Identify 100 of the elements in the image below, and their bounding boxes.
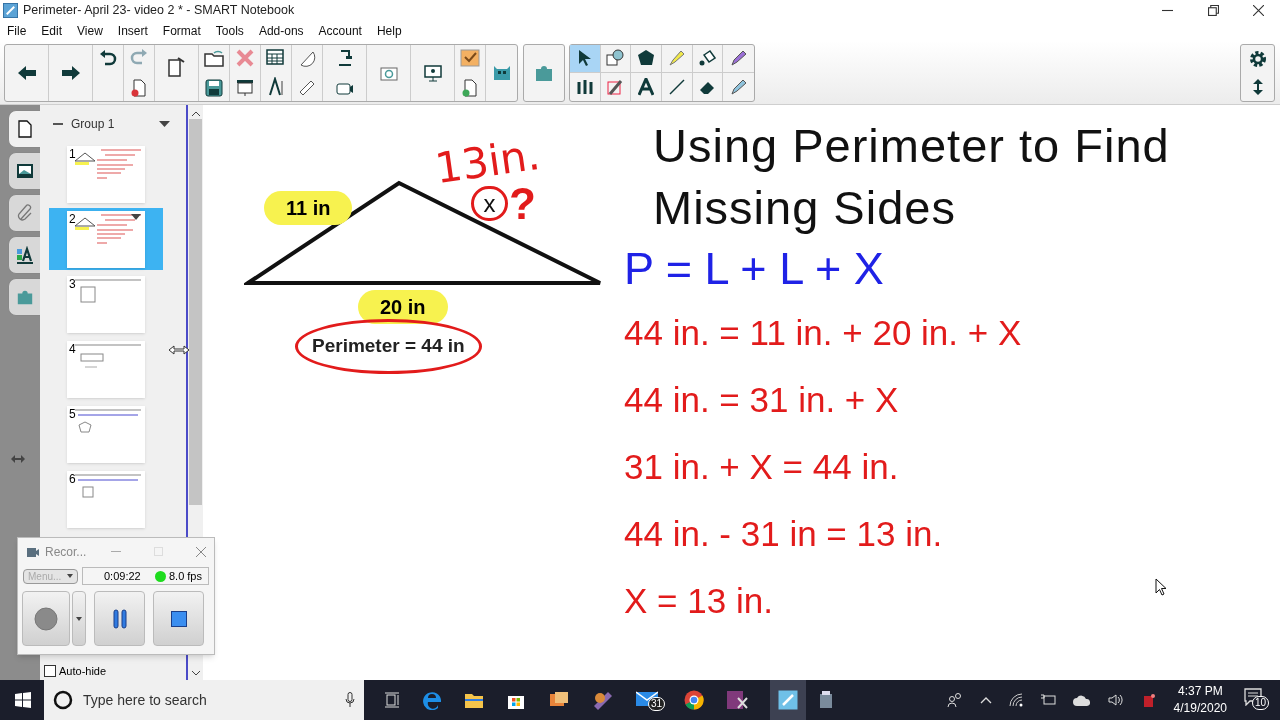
menu-item[interactable]: Add-ons [258, 22, 304, 40]
cortana-icon [53, 690, 73, 710]
battery-icon[interactable] [1039, 694, 1056, 706]
chrome-icon[interactable] [684, 690, 704, 710]
equation-step: 44 in. - 31 in = 13 in. [624, 512, 1022, 556]
camera-icon[interactable] [379, 64, 398, 81]
page-number: 5 [69, 407, 76, 420]
equation-step: 44 in. = 11 in. + 20 in. + X [624, 311, 1022, 355]
shapes-icon[interactable] [606, 49, 625, 67]
smart-notebook-taskbar-item[interactable] [770, 680, 806, 720]
page-number: 3 [69, 277, 76, 290]
circled-unknown: x [471, 186, 508, 221]
compass-icon[interactable] [266, 76, 286, 97]
monitor-icon[interactable] [423, 63, 442, 82]
app-icon [3, 3, 18, 18]
restore-icon[interactable] [1208, 5, 1219, 16]
table-icon[interactable] [266, 48, 286, 67]
equation-step: X = 13 in. [624, 579, 1022, 623]
delete-page-icon[interactable] [131, 78, 147, 97]
browser-icon[interactable] [422, 690, 442, 710]
chevron-up-icon[interactable] [979, 696, 992, 704]
ruler-icon[interactable] [298, 78, 316, 97]
question-mark: ? [509, 179, 536, 230]
fill-bucket-icon[interactable] [698, 49, 717, 67]
slide-preview-drawing [75, 213, 141, 244]
open-folder-icon[interactable] [204, 48, 224, 67]
clock-time: 4:37 PM [1177, 683, 1223, 700]
cloud-icon[interactable] [1072, 694, 1091, 706]
fill-text-icon [15, 246, 34, 264]
scroll-up-icon[interactable] [191, 111, 200, 116]
slide-preview-drawing [75, 148, 141, 179]
menu-item[interactable]: Account [318, 22, 362, 40]
task-view-icon[interactable] [384, 692, 400, 708]
sidebar-tab[interactable] [8, 110, 40, 148]
page-thumbnail[interactable]: 2 [49, 208, 163, 270]
dropdown-icon[interactable] [159, 121, 170, 127]
pause-icon [112, 608, 127, 629]
text-tool-icon[interactable] [638, 77, 655, 96]
page-icon[interactable] [167, 56, 186, 77]
pens-icon[interactable] [575, 77, 594, 96]
close-icon[interactable] [1253, 5, 1264, 16]
settings-icon[interactable] [1248, 50, 1267, 68]
scroll-down-icon[interactable] [191, 671, 200, 676]
stop-button[interactable] [153, 591, 204, 646]
sidebar-tab[interactable] [8, 236, 40, 274]
resize-cursor-icon [168, 345, 190, 355]
add-page-icon[interactable] [462, 78, 478, 97]
response-icon[interactable] [460, 48, 480, 67]
volume-icon[interactable] [1107, 693, 1124, 707]
save-icon[interactable] [205, 78, 223, 97]
equation-step: 44 in. = 31 in. + X [624, 378, 1022, 422]
menu-item[interactable]: Insert [117, 22, 148, 40]
equation-step: 31 in. + X = 44 in. [624, 445, 1022, 489]
slide-preview-drawing [75, 343, 141, 368]
slide-title: Missing Sides [653, 180, 957, 236]
page-number: 6 [69, 472, 76, 485]
video-icon[interactable] [335, 80, 354, 97]
record-icon [34, 606, 58, 631]
maximize-icon [154, 547, 163, 556]
move-toolbar-icon[interactable] [1252, 79, 1263, 95]
menu-item[interactable]: Edit [41, 22, 63, 40]
start-icon[interactable] [15, 692, 31, 708]
menu-item[interactable]: Help [376, 22, 402, 40]
elapsed-time: 0:09:22 [104, 568, 141, 584]
addons-button[interactable] [523, 43, 565, 102]
auto-hide-label: Auto-hide [59, 664, 107, 679]
select-tool[interactable] [570, 44, 601, 73]
page-menu-icon[interactable] [131, 213, 141, 220]
magic-pen-icon[interactable] [729, 49, 748, 67]
pen-icon[interactable] [729, 77, 748, 96]
scroll-thumb[interactable] [189, 119, 202, 505]
page-number: 1 [69, 147, 76, 160]
screen-icon[interactable] [236, 78, 254, 97]
back-arrow-icon[interactable] [16, 64, 37, 81]
pencil-icon[interactable] [606, 77, 625, 96]
recorder-title: Recor... [45, 543, 87, 561]
pause-button[interactable] [94, 591, 145, 646]
polygon-icon[interactable] [637, 49, 656, 67]
menu-item[interactable]: File [7, 22, 27, 40]
resize-horizontal-icon[interactable] [11, 455, 25, 463]
notebook-app-icon[interactable] [726, 690, 748, 710]
page-number: 2 [69, 212, 76, 225]
paperclip-icon [16, 204, 33, 222]
menu-item[interactable]: Format [162, 22, 201, 40]
record-button[interactable] [22, 591, 70, 646]
slide-preview-drawing [75, 278, 141, 303]
highlighter-icon[interactable] [667, 49, 686, 67]
forward-arrow-icon[interactable] [60, 64, 81, 81]
people-icon[interactable] [946, 692, 963, 708]
menu-item[interactable]: Tools [215, 22, 244, 40]
slide-title: Using Perimeter to Find [653, 118, 1170, 174]
sidebar-tab[interactable] [8, 152, 40, 190]
menu-item[interactable]: View [77, 22, 103, 40]
wifi-icon[interactable] [1008, 693, 1023, 707]
line-tool-icon[interactable] [667, 77, 686, 96]
auto-hide-checkbox[interactable] [44, 665, 56, 678]
folder-icon[interactable] [464, 691, 484, 709]
caret-icon [67, 574, 73, 578]
search-field[interactable]: Type here to search [44, 680, 364, 720]
undo-icon[interactable] [99, 49, 117, 68]
